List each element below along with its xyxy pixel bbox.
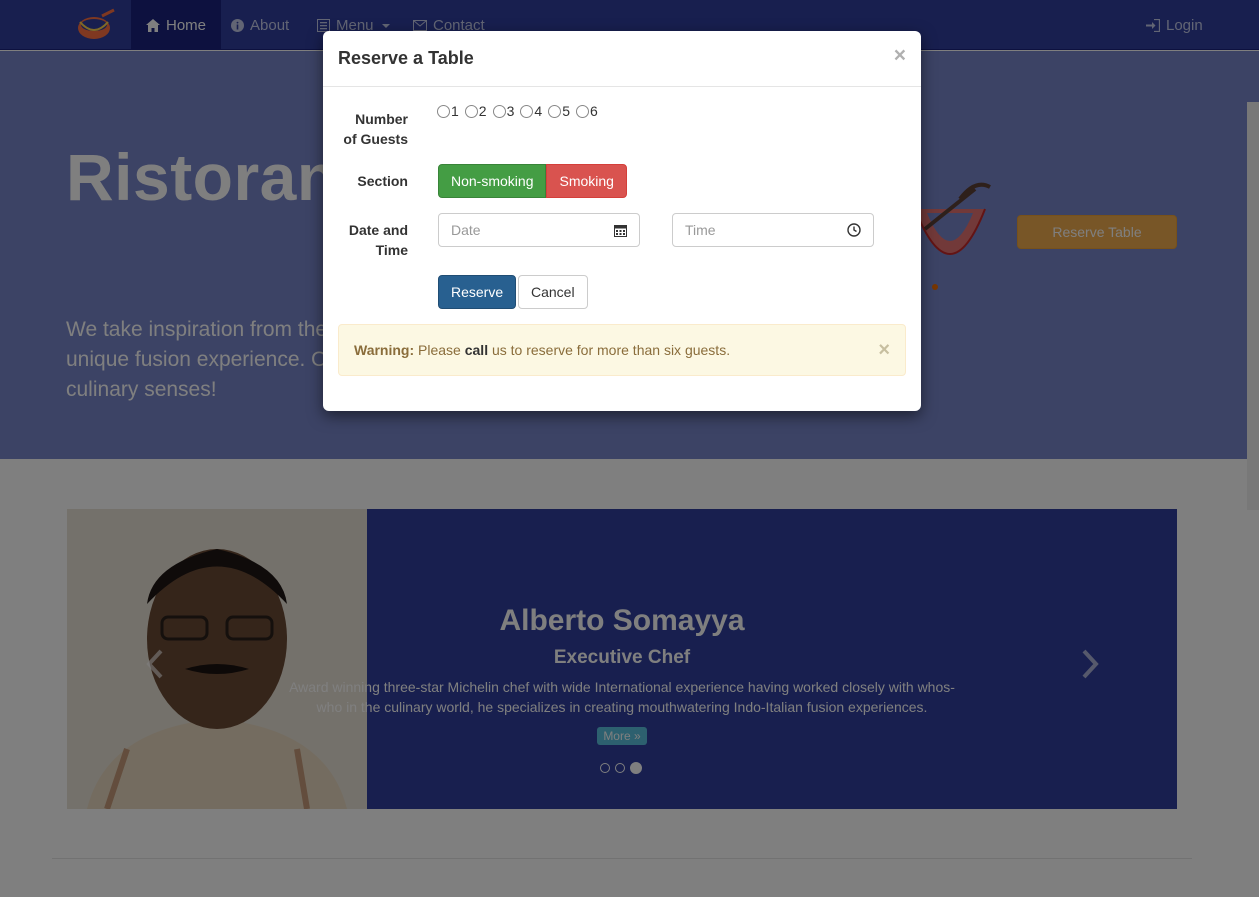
guest-option-1[interactable]: 1	[437, 103, 459, 119]
datetime-label: Date and Time	[323, 220, 408, 260]
guests-label-line1: Number	[355, 111, 408, 127]
radio-label: 6	[589, 103, 598, 119]
radio-label: 5	[562, 103, 570, 119]
guests-label-line2: of Guests	[343, 131, 408, 147]
cancel-button[interactable]: Cancel	[518, 275, 588, 309]
guest-option-3[interactable]: 3	[492, 103, 515, 119]
modal-close-button[interactable]: ×	[894, 45, 906, 66]
radio-label: 3	[506, 103, 515, 119]
calendar-icon	[614, 224, 627, 237]
guests-radio-group: 1 2 3 4 5 6	[437, 103, 598, 119]
reserve-button[interactable]: Reserve	[438, 275, 517, 309]
modal-header: Reserve a Table ×	[323, 31, 921, 87]
alert-text-after: us to reserve for more than six guests.	[488, 342, 731, 358]
clock-icon	[847, 223, 861, 237]
modal-title: Reserve a Table	[338, 48, 474, 68]
radio-button[interactable]	[548, 104, 562, 118]
radio-label: 4	[534, 103, 543, 119]
radio-button[interactable]	[575, 104, 589, 118]
reserve-modal: Reserve a Table × Number of Guests 1 2 3…	[323, 31, 921, 411]
guest-option-2[interactable]: 2	[464, 103, 487, 119]
alert-close-button[interactable]: ×	[878, 340, 890, 360]
alert-text-before: Please	[414, 342, 465, 358]
non-smoking-button[interactable]: Non-smoking	[438, 164, 547, 198]
warning-alert: Warning: Please call us to reserve for m…	[338, 324, 906, 376]
time-placeholder: Time	[685, 222, 716, 238]
radio-label: 2	[478, 103, 487, 119]
alert-strong: Warning:	[354, 342, 415, 358]
guest-option-4[interactable]: 4	[520, 103, 542, 119]
alert-text: Warning: Please call us to reserve for m…	[354, 342, 730, 358]
guests-label: Number of Guests	[323, 109, 408, 149]
date-input[interactable]: Date	[438, 213, 640, 247]
radio-label: 1	[451, 103, 459, 119]
radio-button[interactable]	[520, 104, 534, 118]
datetime-label-line2: Time	[375, 242, 408, 258]
date-placeholder: Date	[451, 222, 481, 238]
radio-button[interactable]	[437, 104, 450, 118]
section-button-group: Non-smoking Smoking	[438, 164, 627, 198]
section-label: Section	[357, 173, 408, 189]
radio-button[interactable]	[492, 104, 506, 118]
time-input[interactable]: Time	[672, 213, 874, 247]
guest-option-5[interactable]: 5	[548, 103, 570, 119]
datetime-label-line1: Date and	[348, 222, 408, 238]
radio-button[interactable]	[464, 104, 478, 118]
alert-call: call	[464, 342, 489, 358]
smoking-button[interactable]: Smoking	[546, 164, 627, 198]
guest-option-6[interactable]: 6	[575, 103, 598, 119]
